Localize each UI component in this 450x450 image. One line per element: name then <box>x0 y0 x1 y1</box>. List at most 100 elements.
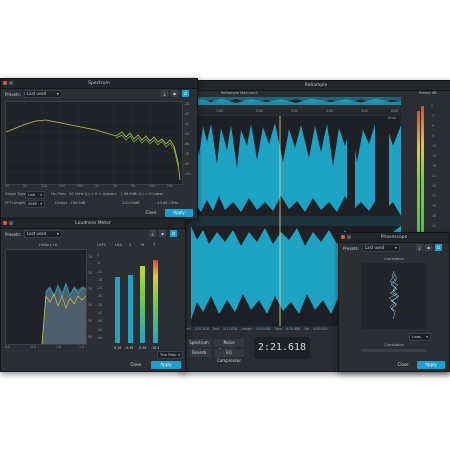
spectrum-xtick: 5k <box>131 184 135 188</box>
file-title: ReSample Main.rec3 <box>221 91 258 95</box>
save-preset-icon[interactable]: ⤓ <box>149 230 156 237</box>
ruler-label: 4:00 <box>326 109 334 113</box>
phasescope-mode-select[interactable]: Lines ▾ <box>409 333 431 341</box>
min-db-value: -141.00dB <box>121 201 140 205</box>
loudness-bar-s <box>127 274 133 343</box>
spectrum-preset-select[interactable]: Last used ▾ <box>23 90 62 98</box>
spectrum-xtick: 50 <box>23 184 28 188</box>
phasescope-top-label: Correlation <box>384 257 404 261</box>
history-xtick: 0.5 <box>31 345 37 349</box>
spectrum-button[interactable]: Spectrum <box>187 339 211 347</box>
phasescope-preset-select[interactable]: Last used ▾ <box>361 244 400 252</box>
loudness-bar-m <box>140 265 145 343</box>
overview-waveform[interactable] <box>191 97 401 105</box>
meter-tick: -6 <box>431 124 435 128</box>
minimize-window-icon[interactable] <box>9 221 13 225</box>
loudness-presets: Presets: Last used ▾ <box>5 230 62 238</box>
phasescope-trace <box>388 270 400 320</box>
center-label: Center <box>55 201 68 205</box>
ruler-label: 1:00 <box>216 109 224 113</box>
correlation-bar <box>361 349 427 352</box>
meter-tick: -15 <box>431 154 437 158</box>
preset-value: Last used <box>26 231 47 236</box>
phasescope-close-button[interactable]: Close <box>393 361 413 369</box>
reverb-button[interactable]: Reverb <box>187 349 211 357</box>
start-value[interactable]: 2:21.618 <box>195 327 209 334</box>
delete-preset-icon[interactable]: ▪ <box>159 230 166 237</box>
loudness-apply-button[interactable]: Apply <box>151 361 181 369</box>
loudness-close-button[interactable]: Close <box>125 361 147 369</box>
close-window-icon[interactable] <box>341 235 345 239</box>
phasescope-mode-value: Lines <box>412 335 421 339</box>
phasescope-display <box>361 263 427 329</box>
presets-label: Presets: <box>343 245 359 251</box>
chevron-down-icon: ▾ <box>56 91 59 96</box>
close-window-icon[interactable] <box>3 221 7 225</box>
scale-tick: -12 <box>97 269 103 274</box>
true-peak-select[interactable]: True Peak ▾ <box>157 351 183 359</box>
window-controls <box>3 221 13 225</box>
spectrum-ytick: -90 <box>184 162 190 166</box>
preset-value: Last used <box>364 245 385 250</box>
delete-preset-icon[interactable]: ▪ <box>425 244 432 251</box>
phasescope-titlebar: Phasescope <box>339 233 449 243</box>
meter-tick: -18 <box>431 164 437 168</box>
chevron-down-icon: ▾ <box>394 245 397 250</box>
value-lra: -6.16 <box>113 346 122 350</box>
power-icon[interactable]: ⏻ <box>435 244 442 251</box>
length-value[interactable]: 0:00.000 <box>256 327 270 334</box>
minimize-window-icon[interactable] <box>9 81 13 85</box>
history-curve <box>6 282 87 345</box>
value-s: -4.36 <box>125 346 134 350</box>
phasescope-apply-button[interactable]: Apply <box>417 361 445 369</box>
power-icon[interactable]: ⏻ <box>170 230 177 237</box>
history-ytick: -30 <box>87 287 93 291</box>
spectrum-ytick: -30 <box>184 112 190 116</box>
spectrum-apply-button[interactable]: Apply <box>165 209 193 217</box>
close-window-icon[interactable] <box>3 81 7 85</box>
meter-tick: -42 <box>431 224 437 228</box>
power-icon[interactable]: ⏻ <box>182 90 189 97</box>
scale-tick: -30 <box>97 294 103 299</box>
spectrum-xtick: 20 <box>5 184 10 188</box>
meter-tick: -27 <box>431 194 437 198</box>
spectrum-ytick: -78 <box>184 152 190 156</box>
presets-label: Presets: <box>5 91 21 97</box>
end-value[interactable]: 2:21.618 <box>223 327 237 334</box>
save-preset-icon[interactable]: ⤓ <box>161 90 168 97</box>
spectrum-titlebar: Spectrum <box>1 79 197 89</box>
spectrum-xtick: 2k <box>113 184 117 188</box>
graph-type-select[interactable]: Line ▾ <box>25 191 45 199</box>
save-preset-icon[interactable]: ⤓ <box>416 244 423 251</box>
spectrum-close-button[interactable]: Close <box>141 209 161 217</box>
eq-compressor-button[interactable]: EQ Compressor <box>214 349 244 363</box>
loudness-preset-select[interactable]: Last used ▾ <box>23 230 62 238</box>
graph-type-value: Line <box>28 193 36 197</box>
time-ruler[interactable]: 1:00 2:00 3:00 4:00 5:00 6:00 <box>191 109 401 115</box>
scale-tick: -6 <box>97 261 101 266</box>
center-value: -104.9dB <box>69 201 86 205</box>
hz-label: Hz: Freq <box>51 192 66 196</box>
ruler-label: 3:00 <box>291 109 299 113</box>
true-peak-value: True Peak <box>160 353 177 357</box>
scale-tick: -60 <box>97 335 103 340</box>
meter-title: Stereo dB <box>419 91 437 95</box>
peak-value: -19.68 / 0Hz <box>156 201 178 205</box>
scale-tick: -42 <box>97 311 103 316</box>
lufs-label: LUFS <box>97 243 106 247</box>
spectrum-graph[interactable] <box>5 101 183 185</box>
spectrum-presets: Presets: Last used ▾ <box>5 90 62 98</box>
noise-reduction-button[interactable]: Noise Reduction <box>214 339 244 353</box>
spectrum-title: Spectrum <box>88 81 110 86</box>
lufs-scale: 0 -6 -12 -18 -24 -30 -36 -42 -48 -54 -60 <box>97 251 109 343</box>
fft-length-select[interactable]: 2048 ▾ <box>25 200 45 208</box>
correlation-label: Correlation <box>384 343 404 347</box>
ruler-label: 2:00 <box>256 109 264 113</box>
loudness-bars <box>113 251 163 343</box>
minimize-window-icon[interactable] <box>347 235 351 239</box>
delete-preset-icon[interactable]: ▪ <box>171 90 178 97</box>
main-titlebar: ReSample <box>181 81 450 91</box>
loudness-bar-lra <box>115 276 120 343</box>
preset-value: Last used <box>26 91 47 96</box>
history-ytick: -10 <box>87 255 93 259</box>
